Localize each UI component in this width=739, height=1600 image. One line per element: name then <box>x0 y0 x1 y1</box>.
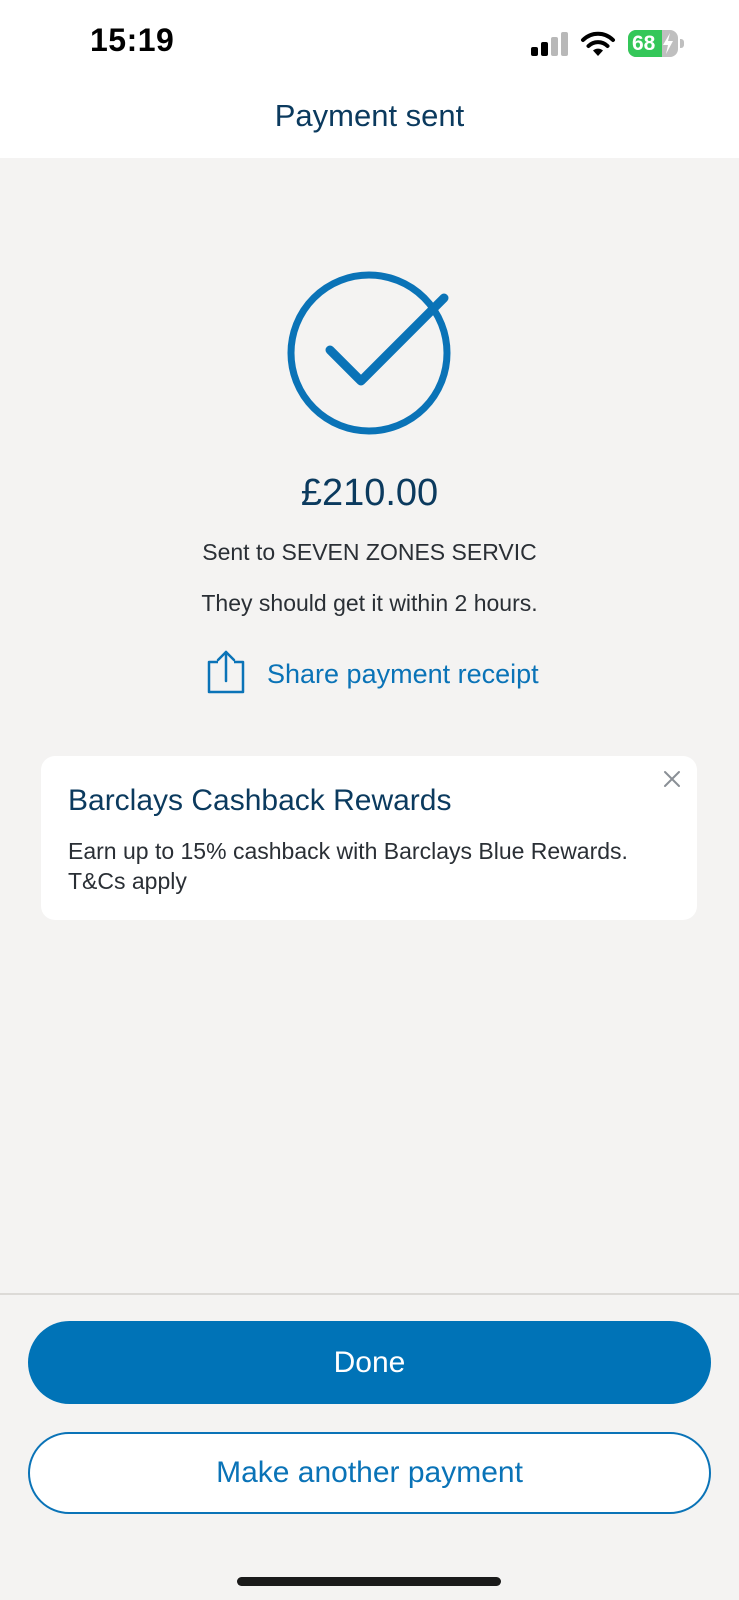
battery-cap <box>680 39 684 48</box>
share-receipt-link[interactable]: Share payment receipt <box>206 650 546 698</box>
share-icon <box>207 650 245 694</box>
checkmark-circle-icon <box>287 271 451 435</box>
battery-level: 68 <box>632 32 656 55</box>
footer-divider <box>0 1293 739 1295</box>
battery-body: 68 <box>628 30 678 57</box>
wifi-icon <box>581 31 615 56</box>
promo-title: Barclays Cashback Rewards <box>68 784 452 817</box>
share-receipt-label: Share payment receipt <box>267 659 539 689</box>
close-icon[interactable] <box>659 766 685 792</box>
promo-body: Earn up to 15% cashback with Barclays Bl… <box>68 838 628 894</box>
page-title: Payment sent <box>274 98 465 133</box>
cellular-signal-icon <box>531 32 568 56</box>
payment-amount: £210.00 <box>300 472 439 514</box>
home-indicator[interactable] <box>237 1577 501 1586</box>
status-bar: 15:19 68 <box>0 0 739 80</box>
eta-text: They should get it within 2 hours. <box>201 590 538 616</box>
make-another-payment-button[interactable]: Make another payment <box>28 1432 711 1514</box>
done-button[interactable]: Done <box>28 1321 711 1404</box>
status-time: 15:19 <box>90 22 175 58</box>
charging-bolt-icon <box>663 33 673 54</box>
battery-indicator: 68 <box>628 30 684 57</box>
cashback-promo-card[interactable]: Barclays Cashback Rewards Earn up to 15%… <box>41 756 697 920</box>
recipient-text: Sent to SEVEN ZONES SERVIC <box>202 539 537 565</box>
navigation-bar: Payment sent <box>0 80 739 158</box>
